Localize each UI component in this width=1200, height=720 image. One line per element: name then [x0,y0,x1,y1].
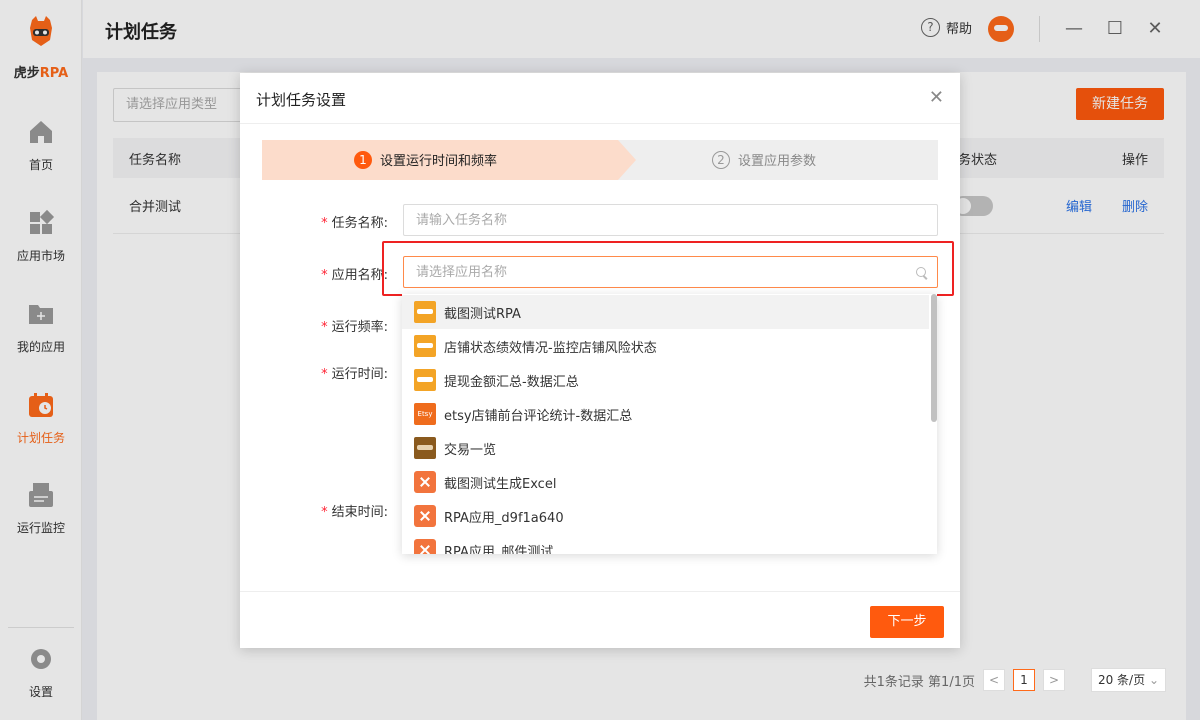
dropdown-option[interactable]: RPA应用_d9f1a640 [402,499,929,533]
page-size-select[interactable]: 20 条/页 ⌄ [1090,668,1166,692]
step-1-label: 1 设置运行时间和频率 [354,150,497,169]
dropdown-option[interactable]: RPA应用_邮件测试 [402,533,929,554]
amazon-icon [414,301,436,323]
step-2-number: 2 [712,150,730,169]
dropdown-option[interactable]: Etsy etsy店铺前台评论统计-数据汇总 [402,397,929,431]
dropdown-option[interactable]: 交易一览 [402,431,929,465]
run-time-label: * 运行时间: [321,367,388,382]
dropdown-option[interactable]: 店铺状态绩效情况-监控店铺风险状态 [402,329,929,363]
current-page-button[interactable]: 1 [1012,669,1035,691]
prev-page-button[interactable]: < [982,669,1005,691]
frequency-label: * 运行频率: [321,320,388,335]
step-indicator: 1 设置运行时间和频率 2 设置应用参数 [262,140,938,180]
step-1-number: 1 [354,150,372,169]
pagination: 共1条记录 第1/1页 < 1 > 20 条/页 ⌄ [864,668,1166,692]
dialog-title: 计划任务设置 [256,91,347,109]
chevron-down-icon: ⌄ [1148,673,1159,687]
step-1-text: 设置运行时间和频率 [380,154,498,169]
amazon-icon [414,335,436,357]
dialog-footer-divider [240,591,960,592]
highlight-frame [382,241,954,296]
trade-icon [414,437,436,459]
step-1: 1 设置运行时间和频率 [262,140,636,180]
etsy-icon: Etsy [414,403,436,425]
rpa-app-icon [414,505,436,527]
task-name-label: * 任务名称: [321,216,388,231]
dropdown-option[interactable]: 截图测试RPA [402,295,929,329]
amazon-icon [414,369,436,391]
dialog-divider [240,123,960,124]
dropdown-scrollbar[interactable] [931,294,937,422]
task-name-input[interactable] [403,204,938,236]
end-time-label: * 结束时间: [321,505,388,520]
next-step-button[interactable]: 下一步 [870,606,944,638]
app-name-label: * 应用名称: [321,268,388,283]
pagination-summary: 共1条记录 第1/1页 [863,674,975,690]
dropdown-option[interactable]: 提现金额汇总-数据汇总 [402,363,929,397]
app-name-dropdown: 截图测试RPA 店铺状态绩效情况-监控店铺风险状态 提现金额汇总-数据汇总 Et… [402,294,937,554]
step-2: 2 设置应用参数 [712,150,816,169]
dropdown-option[interactable]: 截图测试生成Excel [402,465,929,499]
step-2-text: 设置应用参数 [738,154,817,169]
close-icon[interactable]: ✕ [929,87,944,108]
page-size-value: 20 条/页 [1097,673,1146,687]
rpa-app-icon [414,539,436,554]
rpa-app-icon [414,471,436,493]
next-page-button[interactable]: > [1042,669,1065,691]
